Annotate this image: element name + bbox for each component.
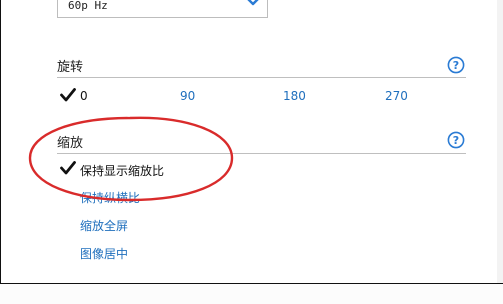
scaling-option-maintain-display-scaling[interactable]: 保持显示缩放比 [80, 162, 164, 179]
scaling-help-icon[interactable]: ? [447, 131, 465, 149]
rotation-section-title: 旋转 [57, 60, 84, 75]
rotation-divider [57, 77, 466, 78]
window-right-edge [497, 0, 503, 283]
rotation-option-180[interactable]: 180 [283, 89, 306, 103]
check-icon [60, 161, 76, 175]
scaling-section-title: 缩放 [57, 136, 84, 151]
scaling-option-center-image[interactable]: 图像居中 [80, 245, 128, 262]
rotation-option-90[interactable]: 90 [180, 89, 195, 103]
svg-text:?: ? [453, 134, 459, 147]
refresh-rate-dropdown[interactable]: 60p Hz [57, 0, 268, 18]
scaling-option-full-screen[interactable]: 缩放全屏 [80, 217, 128, 234]
window-bottom-border [0, 283, 503, 304]
scaling-divider [57, 153, 466, 154]
rotation-option-0[interactable]: 0 [80, 89, 88, 103]
scaling-option-maintain-aspect-ratio[interactable]: 保持纵横比 [80, 189, 140, 206]
check-icon [60, 88, 76, 102]
rotation-help-icon[interactable]: ? [447, 56, 465, 74]
chevron-down-icon[interactable] [244, 0, 262, 7]
window-left-border [0, 0, 1, 303]
svg-text:?: ? [453, 59, 459, 72]
rotation-option-270[interactable]: 270 [385, 89, 408, 103]
refresh-rate-value: 60p Hz [68, 0, 108, 12]
